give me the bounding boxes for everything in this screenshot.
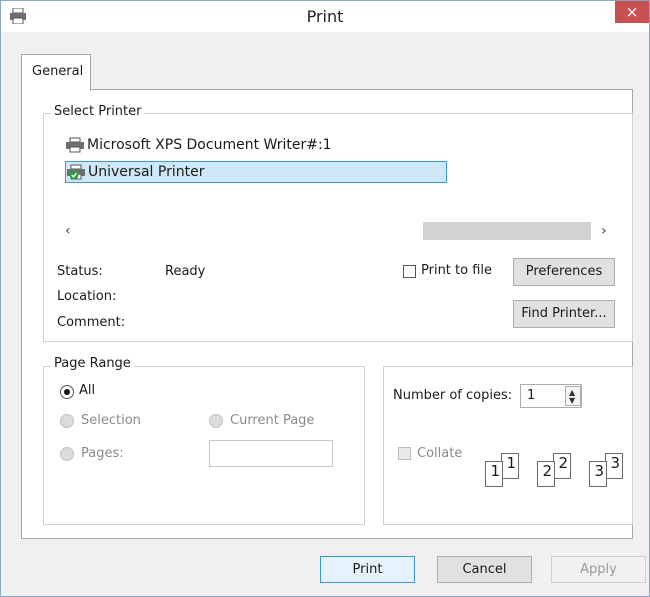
selection-label[interactable]: Selection xyxy=(81,413,141,428)
printer-icon xyxy=(66,137,84,153)
scrollbar-thumb[interactable] xyxy=(423,222,591,240)
spin-down-icon: ▼ xyxy=(569,396,576,405)
print-dialog: Print × General Select Printer Microsoft… xyxy=(0,0,650,597)
tab-general[interactable]: General xyxy=(21,54,91,91)
comment-label: Comment: xyxy=(57,315,126,330)
number-of-copies-label: Number of copies: xyxy=(393,388,513,403)
collate-page-front: 2 xyxy=(537,461,555,487)
printer-list-scrollbar[interactable]: ‹ › xyxy=(57,222,617,240)
status-label: Status: xyxy=(57,264,103,279)
scroll-left-icon[interactable]: ‹ xyxy=(65,222,71,240)
find-printer-button[interactable]: Find Printer... xyxy=(513,300,615,328)
apply-button[interactable]: Apply xyxy=(551,556,646,583)
selection-radio[interactable] xyxy=(60,414,74,428)
pages-label[interactable]: Pages: xyxy=(81,446,124,461)
scroll-right-icon[interactable]: › xyxy=(601,222,607,240)
collate-page-back: 1 xyxy=(501,453,519,479)
current-page-radio[interactable] xyxy=(209,414,223,428)
tab-general-label: General xyxy=(32,64,84,79)
close-button[interactable]: × xyxy=(615,1,649,23)
printer-name: Microsoft XPS Document Writer#:1 xyxy=(87,137,332,153)
print-to-file-checkbox[interactable] xyxy=(403,265,416,278)
print-button[interactable]: Print xyxy=(320,556,415,583)
printer-item-xps[interactable]: Microsoft XPS Document Writer#:1 xyxy=(65,135,385,155)
collate-page-front: 1 xyxy=(485,461,503,487)
print-to-file-label[interactable]: Print to file xyxy=(421,263,492,278)
collate-page-front: 3 xyxy=(589,461,607,487)
page-range-label: Page Range xyxy=(51,356,134,371)
collate-page-back: 3 xyxy=(605,453,623,479)
printer-item-universal[interactable]: Universal Printer xyxy=(65,161,447,183)
pages-radio[interactable] xyxy=(60,447,74,461)
printer-default-icon xyxy=(67,164,85,180)
copies-value: 1 xyxy=(527,388,536,403)
collate-checkbox[interactable] xyxy=(398,447,411,460)
close-icon: × xyxy=(625,3,639,21)
collate-page-back: 2 xyxy=(553,453,571,479)
copies-spinner[interactable]: ▲ ▼ xyxy=(565,386,581,406)
dialog-footer: Print Cancel Apply xyxy=(1,542,649,596)
location-label: Location: xyxy=(57,289,117,304)
select-printer-label: Select Printer xyxy=(51,104,145,119)
printer-name: Universal Printer xyxy=(88,164,205,180)
current-page-label[interactable]: Current Page xyxy=(230,413,314,428)
cancel-button[interactable]: Cancel xyxy=(437,556,532,583)
status-value: Ready xyxy=(165,264,206,279)
window-title: Print xyxy=(306,7,344,26)
title-bar[interactable]: Print × xyxy=(1,1,649,32)
pages-input[interactable] xyxy=(209,440,333,467)
preferences-button[interactable]: Preferences xyxy=(513,258,615,286)
collate-label[interactable]: Collate xyxy=(417,446,462,461)
all-radio[interactable] xyxy=(60,385,74,399)
all-label[interactable]: All xyxy=(79,383,95,398)
